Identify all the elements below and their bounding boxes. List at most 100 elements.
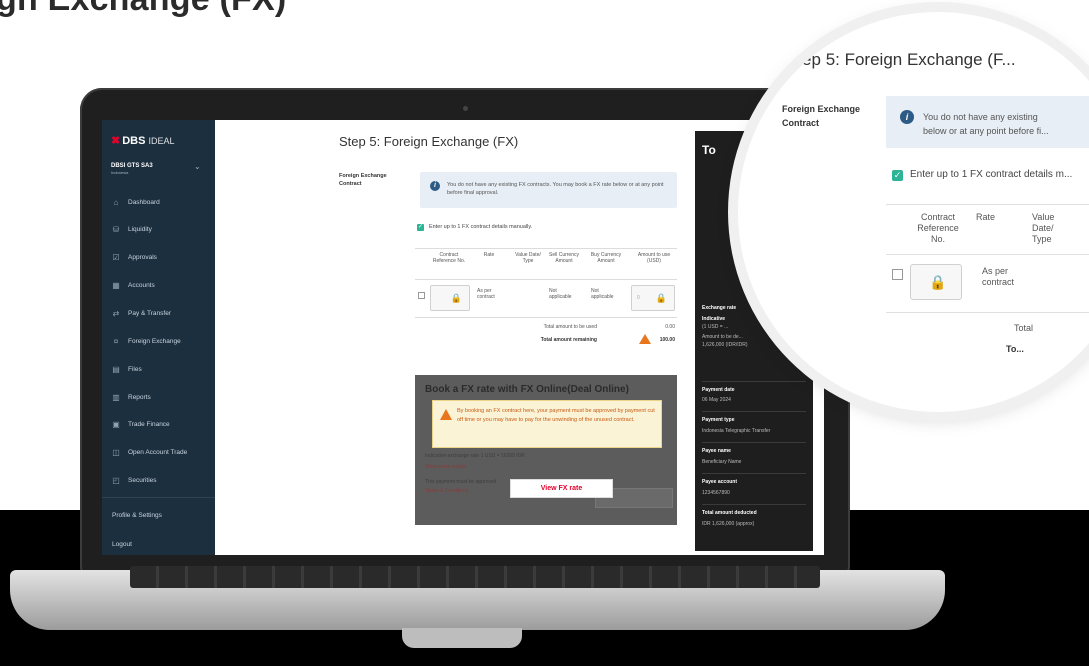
row-sell: Not applicable [549,288,572,300]
accounts-icon: ▦ [112,280,120,290]
summary-label-indicative: Indicative [702,316,726,322]
sidebar-item-label: Files [128,365,142,373]
profile-settings-link[interactable]: Profile & Settings [112,512,162,519]
info-text: You do not have any existing FX contract… [447,182,664,196]
files-icon: ▤ [112,364,120,374]
summary-value-total-deducted: IDR 1,626,000 (approx) [702,521,755,527]
dbs-x-icon: ✖ [111,135,121,147]
trade-finance-icon: ▣ [112,419,120,429]
summary-value-amount: Amount to be de... 1,626,000 (IDR/IDR) [702,334,748,348]
summary-value-indicative: (1 USD = ... [702,324,729,330]
magnified-contract-input: 🔒 [910,264,962,300]
total-remaining-label: Total amount remaining [540,337,597,343]
show-more-link[interactable]: Show more details [425,464,466,470]
magnified-total: Total [1014,323,1034,333]
org-name[interactable]: DBSI GTS SA3 [111,163,153,169]
manual-entry-checkbox[interactable]: ✓ [417,224,424,231]
logout-link[interactable]: Logout [112,541,132,548]
magnified-col-value-date: Value Date/ Type [1032,212,1055,244]
pay-transfer-icon: ⇄ [112,308,120,318]
magnified-info-box: i You do not have any existing below or … [886,96,1089,148]
fx-online-panel: Book a FX rate with FX Online(Deal Onlin… [415,375,677,525]
indicative-rate: Indicative exchange rate 1 USD = 16260 I… [425,453,525,459]
sidebar-item-accounts[interactable]: ▦ Accounts [102,275,215,295]
sidebar-item-open-account-trade[interactable]: ◫ Open Account Trade [102,442,215,462]
lock-icon: 🔒 [929,274,947,290]
sidebar-item-approvals[interactable]: ☑ Approvals [102,247,215,267]
sidebar: ✖ DBS IDEAL DBSI GTS SA3 Indonesia ⌄ ⌂ Das… [102,120,215,555]
summary-label-exchange: Exchange rate [702,305,737,311]
laptop-trackpad-notch [402,628,522,648]
step-title: Step 5: Foreign Exchange (FX) [339,134,519,149]
lock-icon: 🔒 [655,293,667,303]
col-value-date: Value Date/ Type [515,252,541,264]
sidebar-item-files[interactable]: ▤ Files [102,359,215,379]
sidebar-item-label: Dashboard [128,198,160,206]
reports-icon: ▥ [112,392,120,402]
summary-value-payment-date: 06 May 2024 [702,397,731,403]
total-used-label: Total amount to be used [543,324,597,330]
summary-label-payee-name: Payee name [702,448,731,454]
foreign-exchange-icon: ¤ [113,336,119,346]
view-fx-rate-button[interactable]: View FX rate [510,479,613,498]
sidebar-item-liquidity[interactable]: ⛁ Liquidity [102,219,215,239]
page-heading: gn Exchange (FX) [0,0,286,19]
info-icon: i [900,110,914,124]
contract-ref-input[interactable]: 🔒 [430,285,470,311]
fx-contract-label: Foreign Exchange Contract [339,173,387,187]
sidebar-item-label: Trade Finance [128,420,170,428]
sidebar-divider [102,497,215,498]
total-used-value: 0.00 [665,324,675,330]
liquidity-icon: ⛁ [112,224,120,234]
sidebar-item-label: Open Account Trade [128,448,188,456]
sidebar-item-dashboard[interactable]: ⌂ Dashboard [102,192,215,212]
magnified-step-title: Step 5: Foreign Exchange (F... [786,50,1016,69]
fx-contract-table: Contract Reference No. Rate Value Date/ … [415,248,677,344]
magnified-row-checkbox [892,269,903,280]
col-amount-usd: Amount to use (USD) [637,252,671,264]
org-country: Indonesia [111,170,129,175]
summary-label-total-deducted: Total amount deducted [702,510,757,516]
summary-title: To [702,143,716,157]
magnified-col-rate: Rate [976,212,996,222]
warning-icon [440,409,452,420]
col-contract-ref: Contract Reference No. [432,252,466,264]
laptop-keyboard [130,566,820,588]
magnified-fx-label: Foreign Exchange Contract [782,104,861,128]
sidebar-item-label: Securities [128,476,157,484]
amount-input[interactable]: 0 🔒 [631,285,675,311]
sidebar-item-pay-transfer[interactable]: ⇄ Pay & Transfer [102,303,215,323]
col-rate: Rate [483,252,495,258]
terms-prefix: This payment must be approved [425,479,497,485]
sidebar-item-foreign-exchange[interactable]: ¤ Foreign Exchange [102,331,215,351]
magnified-total-remaining: To... [1006,344,1024,354]
sidebar-item-label: Approvals [128,253,157,261]
row-rate: As per contract [477,288,495,300]
row-checkbox[interactable] [418,292,425,299]
terms-link[interactable]: Terms & Conditions [425,488,468,494]
laptop-screen: ✖ DBS IDEAL DBSI GTS SA3 Indonesia ⌄ ⌂ Das… [102,120,824,555]
sidebar-item-label: Foreign Exchange [128,337,181,345]
lock-icon: 🔒 [450,293,462,303]
summary-label-payment-type: Payment type [702,417,735,423]
magnified-info-text: You do not have any existing below or at… [923,112,1049,136]
approvals-icon: ☑ [112,252,120,262]
sidebar-item-label: Liquidity [128,225,152,233]
summary-value-payment-type: Indonesia Telegraphic Transfer [702,428,771,434]
sidebar-item-securities[interactable]: ◰ Securities [102,470,215,490]
brand-logo[interactable]: ✖ DBS IDEAL [111,134,175,147]
magnified-col-contract-ref: Contract Reference No. [917,212,959,244]
magnified-manual-label: Enter up to 1 FX contract details m... [910,169,1073,180]
securities-icon: ◰ [112,475,120,485]
magnified-manual-checkbox: ✓ [892,170,903,181]
fx-online-title: Book a FX rate with FX Online(Deal Onlin… [425,384,629,395]
sidebar-item-reports[interactable]: ▥ Reports [102,387,215,407]
chevron-down-icon[interactable]: ⌄ [194,162,201,171]
row-buy: Not applicable [591,288,614,300]
fx-warning-text: By booking an FX contract here, your pay… [457,408,655,423]
sidebar-item-trade-finance[interactable]: ▣ Trade Finance [102,414,215,434]
info-box: i You do not have any existing FX contra… [420,172,677,208]
total-remaining-value: 100.00 [659,337,675,343]
summary-label-payee-account: Payee account [702,479,738,485]
sidebar-item-label: Reports [128,393,151,401]
